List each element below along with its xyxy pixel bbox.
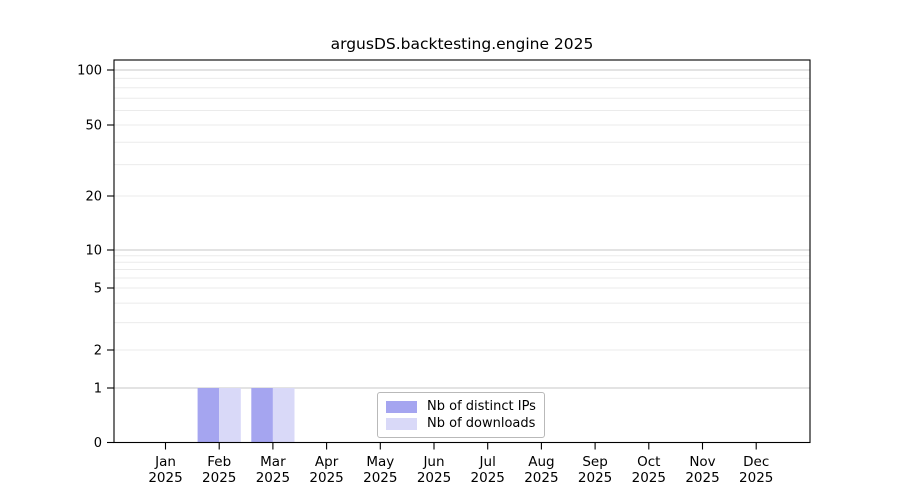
legend-swatch-distinct-ips (386, 401, 417, 413)
x-tick-label-jan-2025: Jan2025 (148, 454, 182, 486)
legend-swatch-downloads (386, 418, 417, 430)
y-tick-label-1: 1 (94, 382, 102, 397)
legend-item-distinct-ips: Nb of distinct IPs (386, 399, 536, 414)
chart-figure: argusDS.backtesting.engine 2025 01251020… (0, 0, 900, 500)
bar-feb-downloads (219, 388, 241, 443)
y-axis: 0 1 2 5 10 20 50 100 (77, 64, 114, 452)
y-gridlines (114, 70, 810, 388)
y-tick-label-2: 2 (94, 344, 102, 359)
x-tick-label-apr-2025: Apr2025 (309, 454, 343, 486)
y-tick-label-100: 100 (77, 64, 102, 79)
plot-frame (114, 60, 810, 443)
x-tick-label-mar-2025: Mar2025 (256, 454, 290, 486)
x-tick-label-dec-2025: Dec2025 (739, 454, 773, 486)
legend: Nb of distinct IPs Nb of downloads (377, 392, 545, 438)
bar-mar-distinct-ips (251, 388, 273, 443)
x-tick-label-nov-2025: Nov2025 (685, 454, 719, 486)
y-tick-label-50: 50 (85, 119, 102, 134)
x-tick-label-aug-2025: Aug2025 (524, 454, 558, 486)
x-tick-label-oct-2025: Oct2025 (632, 454, 666, 486)
y-tick-label-10: 10 (85, 244, 102, 259)
legend-label-distinct-ips: Nb of distinct IPs (427, 399, 536, 414)
y-tick-label-0: 0 (94, 436, 102, 451)
x-tick-label-feb-2025: Feb2025 (202, 454, 236, 486)
bar-feb-distinct-ips (198, 388, 220, 443)
bars (198, 388, 295, 443)
y-tick-label-5: 5 (94, 282, 102, 297)
x-tick-label-jul-2025: Jul2025 (471, 454, 505, 486)
x-tick-label-may-2025: May2025 (363, 454, 397, 486)
x-tick-label-jun-2025: Jun2025 (417, 454, 451, 486)
legend-item-downloads: Nb of downloads (386, 416, 536, 431)
x-tick-label-sep-2025: Sep2025 (578, 454, 612, 486)
y-tick-label-20: 20 (85, 190, 102, 205)
bar-mar-downloads (273, 388, 295, 443)
legend-label-downloads: Nb of downloads (427, 416, 535, 431)
x-axis: Jan2025 Feb2025 Mar2025 Apr2025 May2025 Jun20… (148, 443, 773, 487)
